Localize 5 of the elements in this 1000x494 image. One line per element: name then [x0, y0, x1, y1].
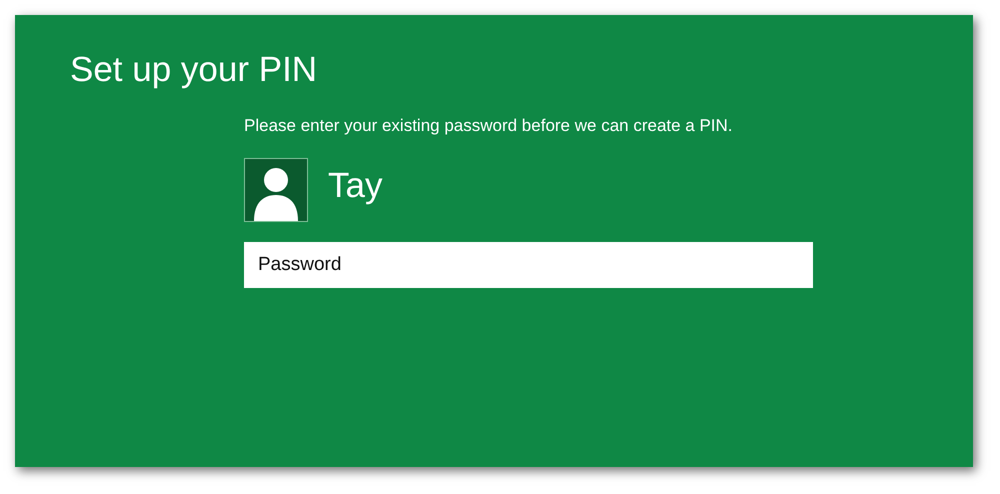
instruction-text: Please enter your existing password before we can create a PIN.	[244, 114, 734, 136]
page-title: Set up your PIN	[70, 51, 318, 90]
user-name: Tay	[328, 166, 382, 206]
user-avatar-icon	[244, 158, 308, 222]
password-field[interactable]: Password	[244, 242, 813, 288]
